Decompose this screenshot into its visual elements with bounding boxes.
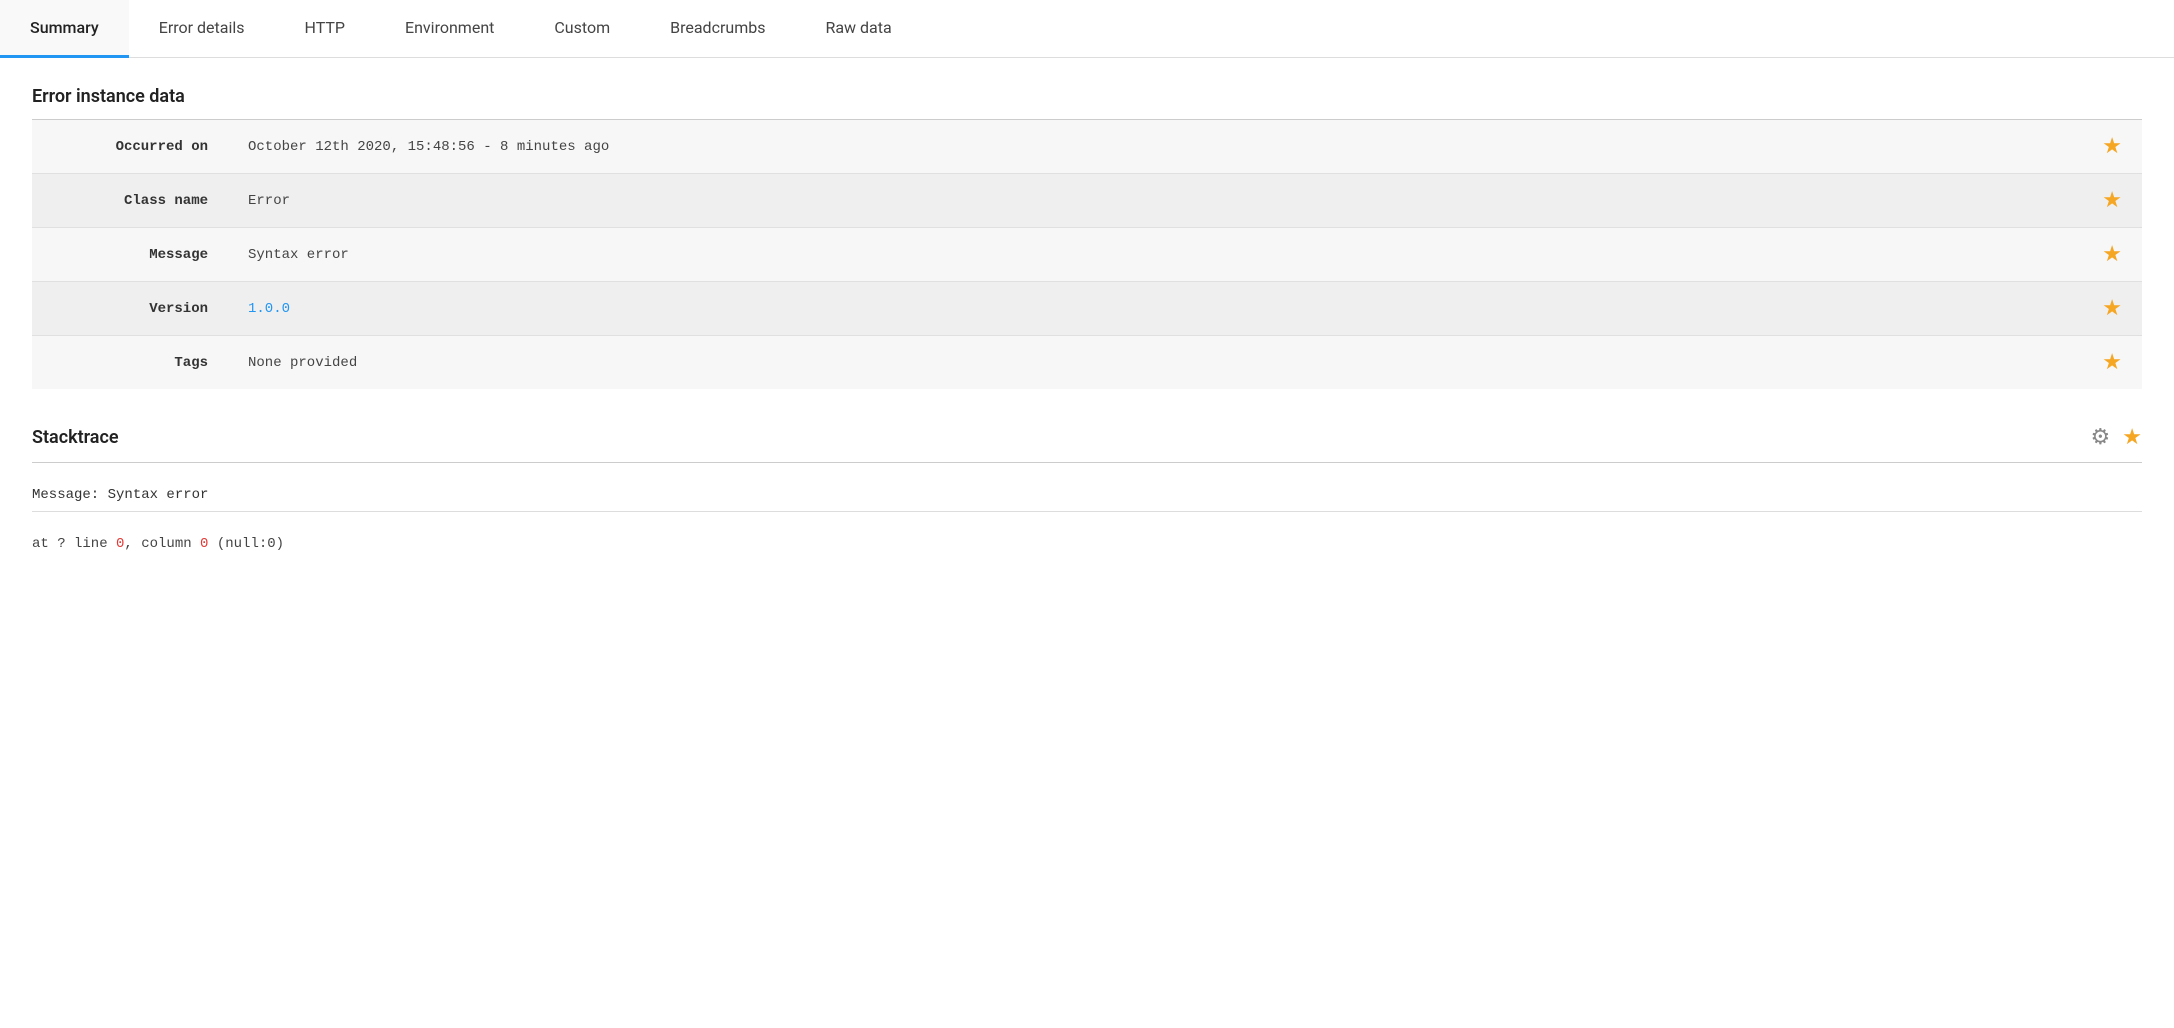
star-icon-5[interactable]: ★ bbox=[2102, 350, 2122, 375]
version-label: Version bbox=[32, 282, 232, 336]
stacktrace-divider bbox=[32, 462, 2142, 463]
tab-bar: Summary Error details HTTP Environment C… bbox=[0, 0, 2174, 58]
tab-raw-data[interactable]: Raw data bbox=[795, 0, 921, 58]
stacktrace-line-prefix: at ? line bbox=[32, 536, 116, 552]
main-container: Summary Error details HTTP Environment C… bbox=[0, 0, 2174, 1028]
occurred-on-label: Occurred on bbox=[32, 120, 232, 174]
stacktrace-message: Message: Syntax error bbox=[32, 479, 2142, 512]
table-row: Version 1.0.0 ★ bbox=[32, 282, 2142, 336]
occurred-on-value: October 12th 2020, 15:48:56 - 8 minutes … bbox=[232, 120, 2086, 174]
class-name-value: Error bbox=[232, 174, 2086, 228]
version-value: 1.0.0 bbox=[232, 282, 2086, 336]
gear-icon[interactable]: ⚙ bbox=[2091, 425, 2111, 450]
stacktrace-star-icon[interactable]: ★ bbox=[2122, 425, 2142, 450]
tab-breadcrumbs[interactable]: Breadcrumbs bbox=[640, 0, 795, 58]
star-icon-4[interactable]: ★ bbox=[2102, 296, 2122, 321]
tags-label: Tags bbox=[32, 336, 232, 390]
class-name-star-cell: ★ bbox=[2086, 174, 2142, 228]
error-instance-table: Occurred on October 12th 2020, 15:48:56 … bbox=[32, 120, 2142, 389]
version-link[interactable]: 1.0.0 bbox=[248, 301, 290, 317]
tags-value: None provided bbox=[232, 336, 2086, 390]
stacktrace-line: at ? line 0, column 0 (null:0) bbox=[32, 528, 2142, 560]
tab-custom[interactable]: Custom bbox=[524, 0, 640, 58]
stacktrace-icons: ⚙ ★ bbox=[2091, 425, 2142, 450]
occurred-on-star-cell: ★ bbox=[2086, 120, 2142, 174]
star-icon-3[interactable]: ★ bbox=[2102, 242, 2122, 267]
tab-http[interactable]: HTTP bbox=[275, 0, 376, 58]
stacktrace-header: Stacktrace ⚙ ★ bbox=[32, 425, 2142, 450]
star-icon-1[interactable]: ★ bbox=[2102, 134, 2122, 159]
tab-summary[interactable]: Summary bbox=[0, 0, 129, 58]
stacktrace-line-end: (null:0) bbox=[208, 536, 284, 552]
stacktrace-line-middle: , column bbox=[124, 536, 200, 552]
message-star-cell: ★ bbox=[2086, 228, 2142, 282]
stacktrace-title: Stacktrace bbox=[32, 427, 119, 448]
version-star-cell: ★ bbox=[2086, 282, 2142, 336]
error-instance-title: Error instance data bbox=[32, 86, 2142, 107]
content-area: Error instance data Occurred on October … bbox=[0, 58, 2174, 588]
message-value: Syntax error bbox=[232, 228, 2086, 282]
tab-error-details[interactable]: Error details bbox=[129, 0, 275, 58]
table-row: Message Syntax error ★ bbox=[32, 228, 2142, 282]
table-row: Tags None provided ★ bbox=[32, 336, 2142, 390]
class-name-label: Class name bbox=[32, 174, 232, 228]
message-label: Message bbox=[32, 228, 232, 282]
tags-star-cell: ★ bbox=[2086, 336, 2142, 390]
table-row: Class name Error ★ bbox=[32, 174, 2142, 228]
table-row: Occurred on October 12th 2020, 15:48:56 … bbox=[32, 120, 2142, 174]
tab-environment[interactable]: Environment bbox=[375, 0, 524, 58]
star-icon-2[interactable]: ★ bbox=[2102, 188, 2122, 213]
